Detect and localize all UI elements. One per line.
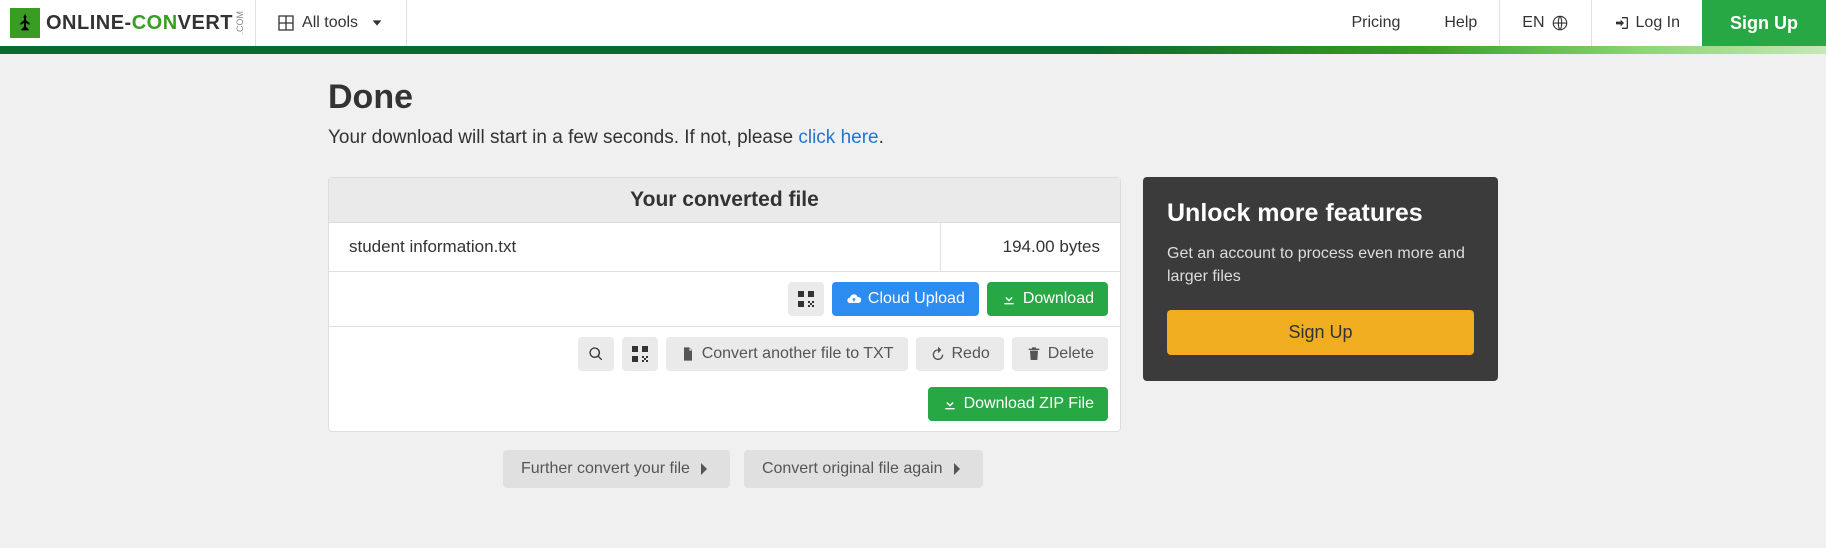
signup-button-header[interactable]: Sign Up [1702,0,1826,46]
page-subtitle: Your download will start in a few second… [328,127,1498,149]
further-convert-button[interactable]: Further convert your file [503,450,730,488]
logo-icon [10,8,40,38]
panel-heading: Your converted file [329,178,1120,223]
file-actions-primary: Cloud Upload Download [329,272,1120,327]
signup-button-sidebar[interactable]: Sign Up [1167,310,1474,355]
chevron-right-icon [949,461,965,477]
click-here-link[interactable]: click here [798,127,878,148]
qr-icon [632,346,648,362]
cloud-upload-button[interactable]: Cloud Upload [832,282,979,316]
lang-label: EN [1522,14,1544,32]
sidebar-title: Unlock more features [1167,199,1474,228]
delete-button[interactable]: Delete [1012,337,1108,371]
all-tools-menu[interactable]: All tools [256,0,406,46]
file-icon [680,346,696,362]
file-size: 194.00 bytes [940,223,1120,271]
redo-icon [930,346,946,362]
login-button[interactable]: Log In [1592,0,1702,46]
header: ONLINE-CONVERT .COM All tools Pricing He… [0,0,1826,46]
bottom-actions: Further convert your file Convert origin… [503,450,1498,488]
accent-bar [0,46,1826,54]
all-tools-label: All tools [302,14,358,32]
convert-another-button[interactable]: Convert another file to TXT [666,337,908,371]
download-icon [942,396,958,412]
nav-help[interactable]: Help [1422,0,1499,46]
download-icon [1001,291,1017,307]
redo-button[interactable]: Redo [916,337,1004,371]
login-icon [1614,15,1630,31]
search-icon [588,346,604,362]
chevron-right-icon [696,461,712,477]
converted-file-panel: Your converted file student information.… [328,177,1121,432]
page-title: Done [328,78,1498,117]
download-button[interactable]: Download [987,282,1108,316]
logo-suffix: .COM [235,11,245,35]
chevron-down-icon [370,16,384,30]
sidebar-text: Get an account to process even more and … [1167,242,1474,288]
nav-pricing[interactable]: Pricing [1329,0,1422,46]
unlock-features-sidebar: Unlock more features Get an account to p… [1143,177,1498,381]
logo-text: ONLINE-CONVERT [46,12,233,35]
trash-icon [1026,346,1042,362]
login-label: Log In [1636,14,1680,32]
search-button[interactable] [578,337,614,371]
qr-code-button-2[interactable] [622,337,658,371]
download-zip-button[interactable]: Download ZIP File [928,387,1108,421]
globe-icon [1551,14,1569,32]
qr-code-button[interactable] [788,282,824,316]
logo[interactable]: ONLINE-CONVERT .COM [0,0,255,46]
convert-original-button[interactable]: Convert original file again [744,450,983,488]
file-actions-secondary: Convert another file to TXT Redo Delete … [329,327,1120,431]
file-row: student information.txt 194.00 bytes [329,223,1120,272]
cloud-icon [846,291,862,307]
grid-icon [278,15,294,31]
language-selector[interactable]: EN [1500,0,1590,46]
qr-icon [798,291,814,307]
file-name: student information.txt [329,223,940,271]
